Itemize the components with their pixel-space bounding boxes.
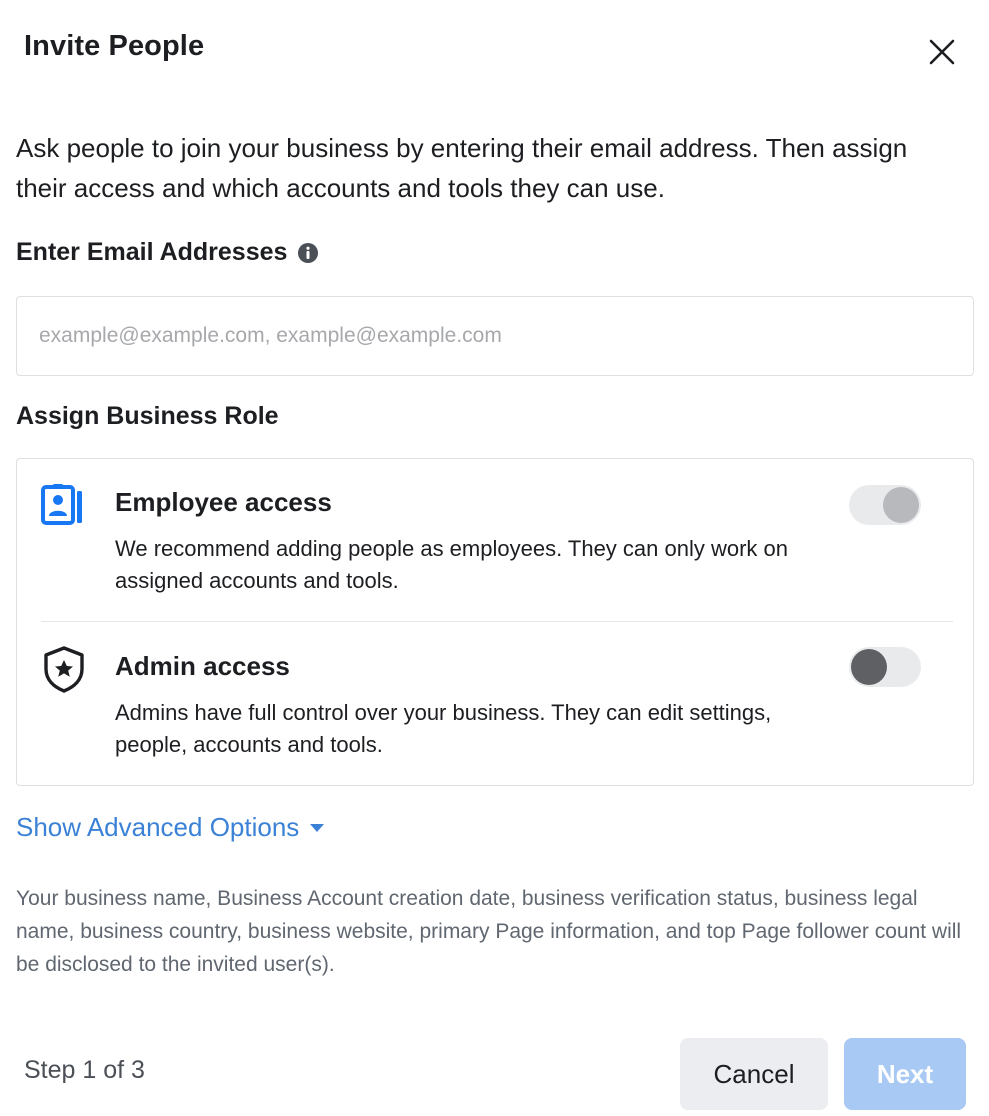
dialog-title: Invite People bbox=[24, 30, 205, 62]
admin-access-description: Admins have full control over your busin… bbox=[115, 700, 772, 757]
dialog-intro: Ask people to join your business by ente… bbox=[16, 133, 908, 203]
step-indicator: Step 1 of 3 bbox=[24, 1056, 145, 1084]
email-addresses-label: Enter Email Addresses bbox=[16, 238, 319, 267]
advanced-options-label: Show Advanced Options bbox=[16, 812, 300, 842]
employee-badge-icon bbox=[41, 483, 87, 534]
employee-access-title: Employee access bbox=[115, 487, 332, 517]
close-button[interactable] bbox=[922, 32, 962, 72]
admin-access-option[interactable]: Admin access Admins have full control ov… bbox=[17, 623, 973, 786]
employee-access-option[interactable]: Employee access We recommend adding peop… bbox=[17, 459, 973, 622]
cancel-button[interactable]: Cancel bbox=[680, 1038, 828, 1110]
next-button[interactable]: Next bbox=[844, 1038, 966, 1110]
caret-down-icon bbox=[309, 823, 325, 833]
email-label-text: Enter Email Addresses bbox=[16, 238, 288, 266]
option-divider bbox=[41, 621, 953, 622]
assign-role-label: Assign Business Role bbox=[16, 402, 279, 430]
admin-access-title: Admin access bbox=[115, 651, 290, 681]
employee-access-description: We recommend adding people as employees.… bbox=[115, 536, 789, 593]
show-advanced-options-link[interactable]: Show Advanced Options bbox=[16, 812, 325, 843]
toggle-knob bbox=[883, 487, 919, 523]
info-icon[interactable] bbox=[297, 242, 319, 264]
admin-shield-icon bbox=[41, 645, 87, 698]
employee-access-toggle[interactable] bbox=[849, 485, 921, 525]
disclosure-notice: Your business name, Business Account cre… bbox=[16, 887, 962, 976]
business-role-options: Employee access We recommend adding peop… bbox=[16, 458, 974, 786]
toggle-knob bbox=[851, 649, 887, 685]
invite-people-dialog: Invite People Ask people to join your bu… bbox=[0, 0, 989, 1116]
admin-access-toggle[interactable] bbox=[849, 647, 921, 687]
close-icon bbox=[929, 39, 955, 65]
email-input[interactable] bbox=[16, 296, 974, 376]
